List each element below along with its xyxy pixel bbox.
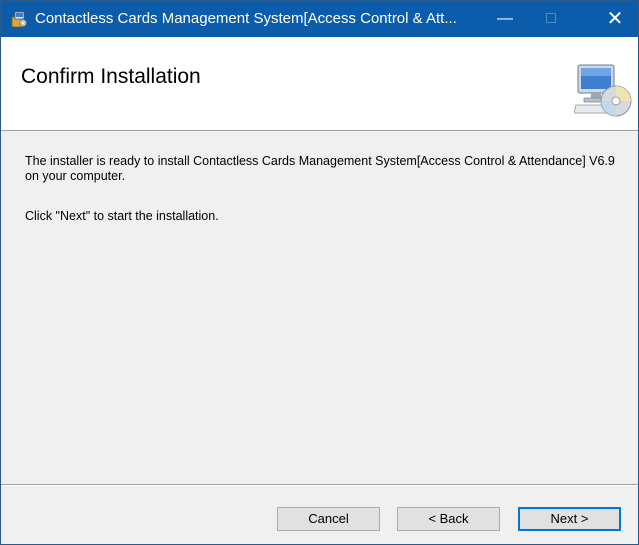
page-title: Confirm Installation [21,65,201,88]
title-bar[interactable]: Contactless Cards Management System[Acce… [1,1,638,37]
installer-app-icon [11,11,27,28]
content-area: The installer is ready to install Contac… [1,131,638,501]
instruction-message: Click "Next" to start the installation. [25,209,219,223]
header-banner: Confirm Installation [1,37,638,131]
next-button[interactable]: Next > [518,507,621,531]
cancel-button[interactable]: Cancel [277,507,380,531]
ready-message: The installer is ready to install Contac… [25,154,615,183]
close-button[interactable]: ✕ [592,1,638,37]
back-button[interactable]: < Back [397,507,500,531]
minimize-button[interactable]: — [482,1,528,37]
computer-cd-icon [574,64,632,117]
maximize-button[interactable]: □ [528,1,574,37]
footer-divider [1,484,638,486]
installer-window: Contactless Cards Management System[Acce… [0,0,639,545]
window-title: Contactless Cards Management System[Acce… [35,10,457,27]
